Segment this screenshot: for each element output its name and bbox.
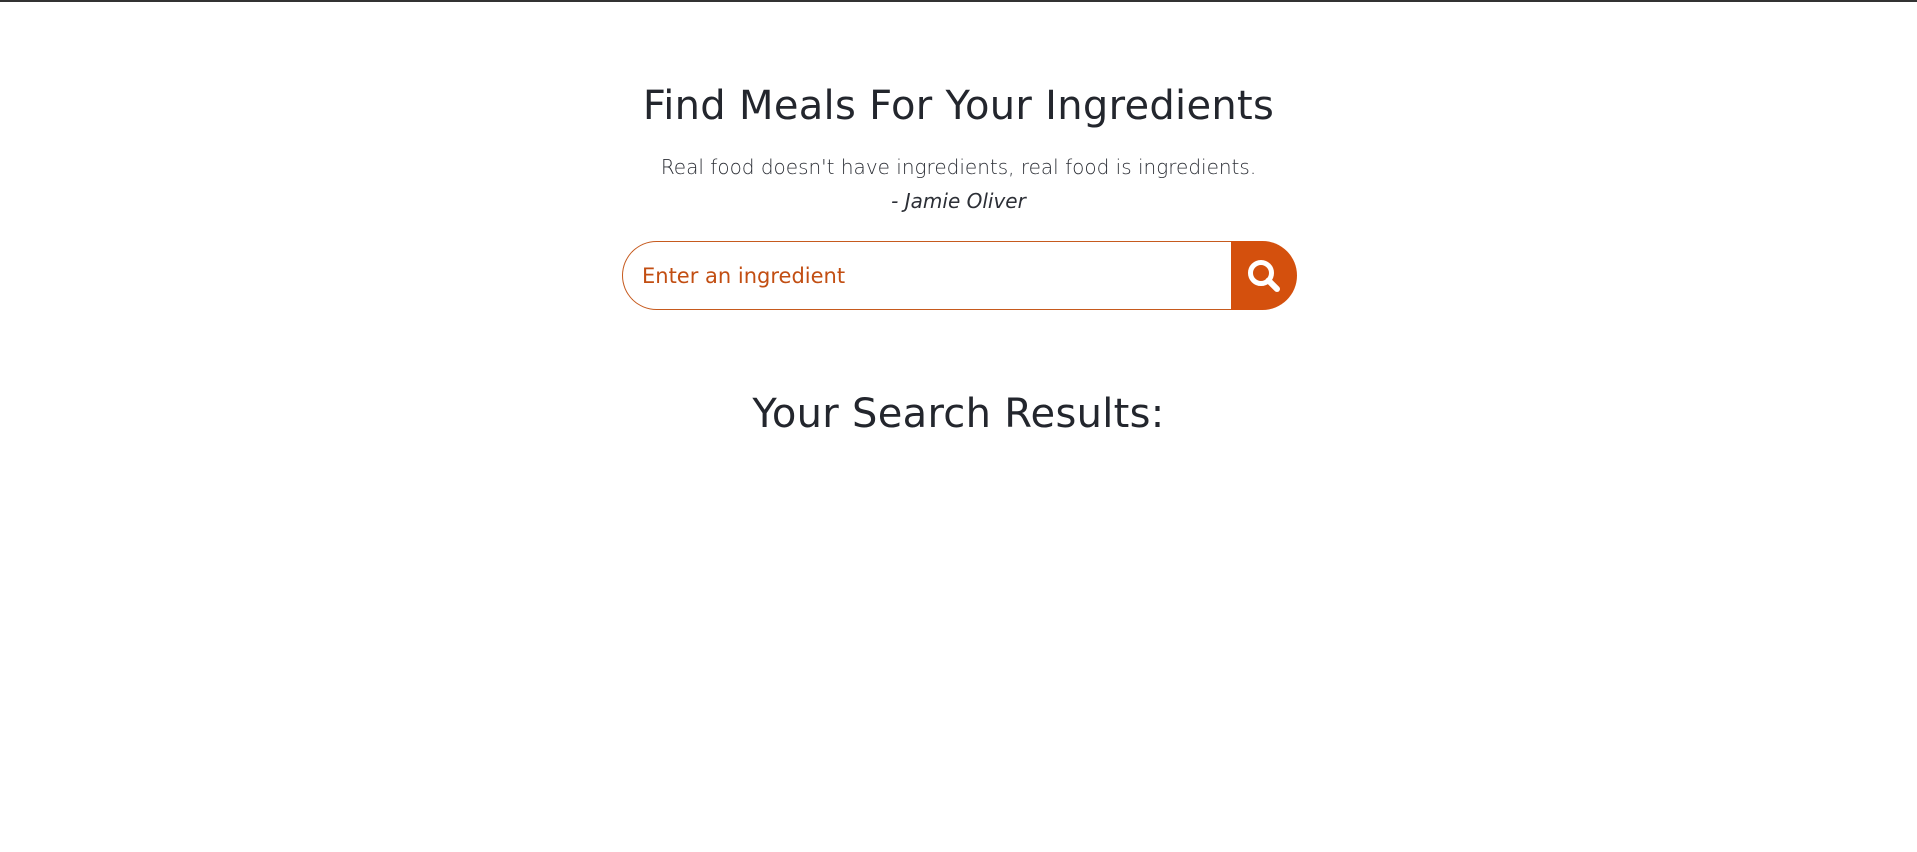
quote-author: - Jamie Oliver — [891, 189, 1026, 213]
search-input[interactable] — [622, 241, 1231, 310]
results-heading: Your Search Results: — [752, 391, 1165, 437]
top-border — [0, 0, 1917, 2]
search-results-list — [200, 460, 1717, 820]
page-title: Find Meals For Your Ingredients — [642, 83, 1275, 129]
search-icon — [1248, 259, 1280, 292]
quote-text: Real food doesn't have ingredients, real… — [660, 155, 1257, 179]
search-form — [622, 241, 1297, 310]
search-button[interactable] — [1231, 241, 1297, 310]
